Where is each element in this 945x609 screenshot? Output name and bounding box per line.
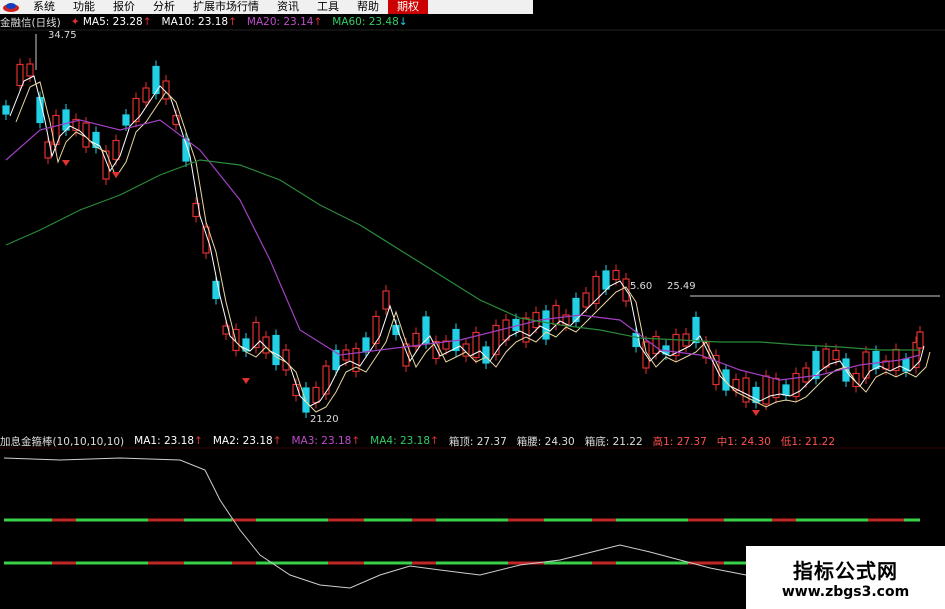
candle-body — [602, 270, 610, 290]
candle-body — [692, 316, 700, 344]
watermark-title: 指标公式网 — [793, 559, 898, 583]
indicator-ma2: MA2: 23.18↑ — [212, 435, 282, 447]
ma5-label: ✦ MA5: 23.28↑ — [70, 16, 152, 28]
candle-body — [502, 319, 510, 341]
candle-body — [322, 365, 330, 395]
indicator-mid1: 中1: 24.30 — [716, 435, 771, 448]
candle-body — [916, 331, 924, 349]
candle-body — [252, 321, 260, 349]
candle-body — [762, 375, 770, 405]
ma60-line — [5, 159, 920, 351]
candle-body — [422, 316, 430, 344]
candle-body — [26, 63, 34, 77]
candle-body — [16, 63, 24, 87]
candle-body — [782, 384, 790, 396]
ma60-label: MA60: 23.48↓ — [332, 16, 408, 28]
candle-body — [122, 114, 130, 126]
indicator-info-bar: 加息金箍棒(10,10,10,10) MA1: 23.18↑ MA2: 23.1… — [0, 434, 835, 448]
ma-info-bar: 金融信(日线) ✦ MA5: 23.28↑ MA10: 23.18↑ MA20:… — [0, 15, 408, 29]
indicator-box-bottom: 箱底: 21.22 — [584, 435, 643, 448]
candle-body — [552, 304, 560, 326]
candle-body — [62, 109, 70, 131]
watermark-url: www.zbgs3.com — [781, 584, 910, 600]
down-arrow-marker — [752, 410, 760, 416]
candle-body — [272, 334, 280, 366]
candle-body — [412, 332, 420, 348]
candle-body — [612, 269, 620, 281]
candle-body — [362, 337, 370, 353]
down-arrow-marker — [112, 172, 120, 178]
candle-body — [802, 367, 810, 383]
indicator-ma1: MA1: 23.18↑ — [134, 435, 203, 447]
candle-body — [112, 139, 120, 161]
candle-body — [2, 105, 10, 115]
candle-body — [382, 290, 390, 310]
kline-chart[interactable] — [0, 0, 945, 609]
candle-body — [582, 292, 590, 308]
indicator-box-top: 箱顶: 27.37 — [448, 435, 507, 448]
down-arrow-marker — [62, 160, 70, 166]
indicator-box-mid: 箱腰: 24.30 — [516, 435, 575, 448]
ma10-line — [15, 81, 931, 413]
ma20-label: MA20: 23.14↑ — [246, 16, 323, 28]
high-price-label: 34.75 — [48, 30, 77, 41]
indicator-low1: 低1: 21.22 — [780, 435, 836, 448]
indicator-ma4: MA4: 23.18↑ — [370, 435, 439, 447]
chart-title: 金融信(日线) — [0, 16, 61, 29]
mid-price-label: 5.60 — [630, 281, 653, 292]
candle-body — [142, 87, 150, 103]
indicator-title: 加息金箍棒(10,10,10,10) — [0, 435, 125, 448]
low-price-label: 21.20 — [310, 414, 339, 425]
candle-body — [312, 386, 320, 404]
candle-body — [822, 348, 830, 368]
candle-body — [832, 349, 840, 361]
indicator-oscillator-line — [3, 457, 747, 589]
indicator-high1: 高1: 27.37 — [652, 435, 707, 448]
watermark-logo: 指标公式网 www.zbgs3.com — [746, 546, 945, 609]
candle-body — [492, 324, 500, 356]
ma10-label: MA10: 23.18↑ — [161, 16, 237, 28]
right-price-label: 25.49 — [667, 281, 696, 292]
ma20-line — [5, 119, 921, 381]
indicator-ma3: MA3: 23.18↑ — [291, 435, 361, 447]
candle-body — [872, 350, 880, 370]
down-arrow-marker — [242, 378, 250, 384]
